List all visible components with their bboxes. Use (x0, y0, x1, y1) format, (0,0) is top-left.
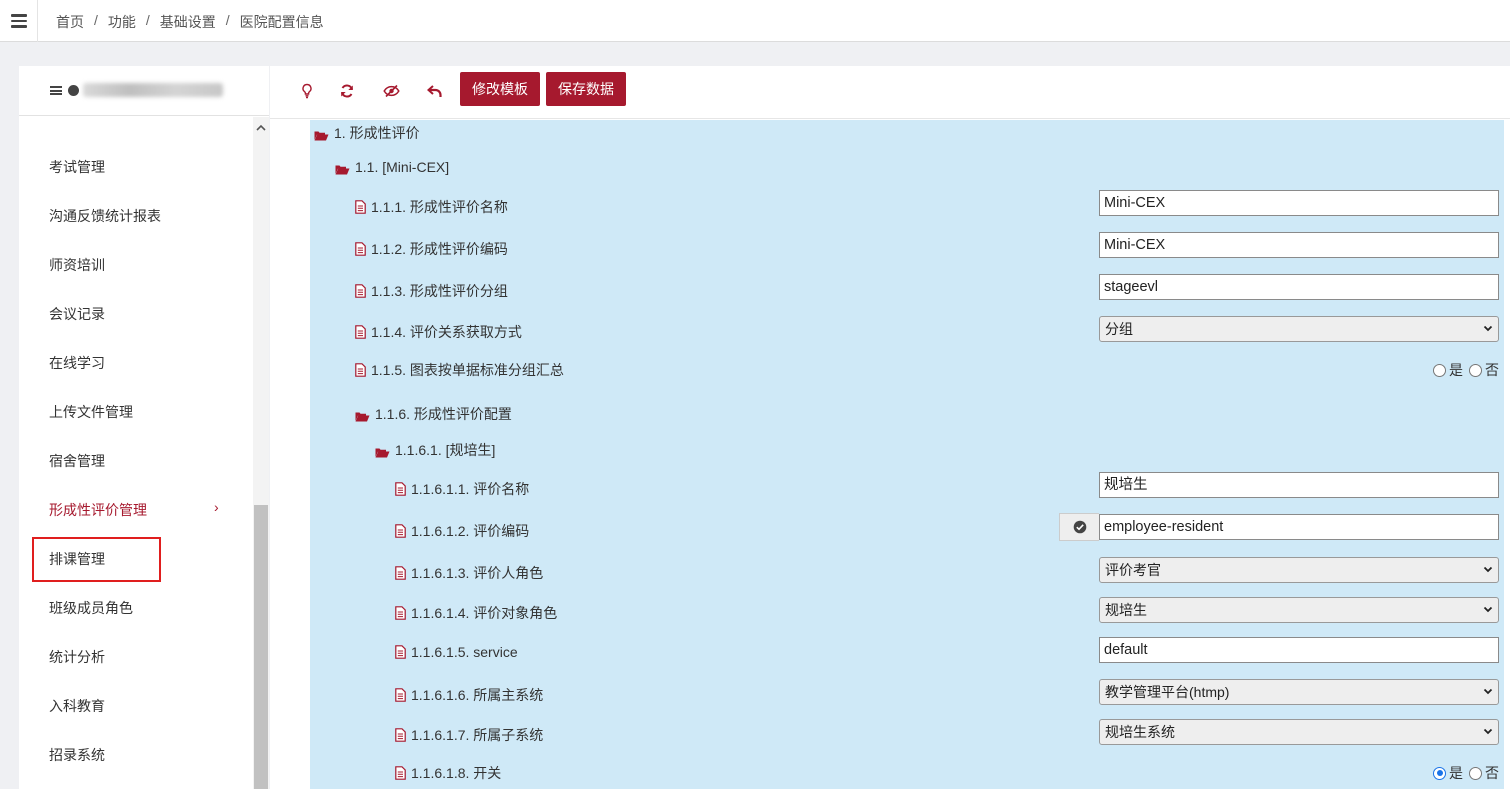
field-label-sub-eval-name: 1.1.6.1.1. 评价名称 (395, 479, 529, 499)
field-label-relation-method: 1.1.4. 评价关系获取方式 (355, 322, 522, 342)
undo-icon[interactable] (424, 80, 446, 102)
edit-template-button[interactable]: 修改模板 (460, 72, 540, 106)
field-label-service: 1.1.6.1.5. service (395, 644, 518, 660)
file-text-icon (395, 606, 406, 620)
target-role-select[interactable]: 规培生 (1099, 597, 1499, 623)
field-label-target-role: 1.1.6.1.4. 评价对象角色 (395, 603, 557, 623)
eval-name-input[interactable]: Mini-CEX (1099, 190, 1499, 216)
sidebar-item-scheduling[interactable]: 排课管理 (49, 549, 105, 569)
scroll-thumb[interactable] (254, 505, 268, 789)
folder-open-icon (355, 409, 370, 421)
file-text-icon (355, 242, 366, 256)
field-label-sub-eval-code: 1.1.6.1.2. 评价编码 (395, 521, 529, 541)
eval-code-input[interactable]: Mini-CEX (1099, 232, 1499, 258)
file-text-icon (355, 200, 366, 214)
sub-eval-name-input[interactable]: 规培生 (1099, 472, 1499, 498)
field-label-eval-group: 1.1.3. 形成性评价分组 (355, 281, 508, 301)
radio-no[interactable] (1469, 363, 1482, 377)
sidebar: 考试管理 沟通反馈统计报表 师资培训 会议记录 在线学习 上传文件管理 宿舍管理… (19, 66, 269, 789)
file-text-icon (355, 325, 366, 339)
tree-node-1[interactable]: 1. 形成性评价 (314, 123, 420, 143)
scroll-up-icon[interactable] (253, 123, 269, 137)
lightbulb-icon[interactable] (296, 80, 318, 102)
file-text-icon (395, 645, 406, 659)
sidebar-item-dormitory[interactable]: 宿舍管理 (49, 451, 105, 471)
file-text-icon (395, 766, 406, 780)
check-circle-icon[interactable] (1059, 513, 1099, 541)
sidebar-item-upload-files[interactable]: 上传文件管理 (49, 402, 133, 422)
sidebar-item-online-learning[interactable]: 在线学习 (49, 353, 105, 373)
sub-eval-code-input[interactable]: employee-resident (1099, 514, 1499, 540)
file-text-icon (355, 363, 366, 377)
chevron-down-icon (1483, 680, 1493, 713)
file-text-icon (395, 566, 406, 580)
field-label-eval-code: 1.1.2. 形成性评价编码 (355, 239, 508, 259)
file-text-icon (395, 728, 406, 742)
field-label-chart-group: 1.1.5. 图表按单据标准分组汇总 (355, 360, 564, 380)
circle-icon (68, 85, 79, 96)
sidebar-item-teacher-training[interactable]: 师资培训 (49, 255, 105, 275)
chevron-down-icon (1483, 317, 1493, 350)
sidebar-menu: 考试管理 沟通反馈统计报表 师资培训 会议记录 在线学习 上传文件管理 宿舍管理… (19, 117, 253, 789)
file-text-icon (395, 688, 406, 702)
evaluator-role-select[interactable]: 评价考官 (1099, 557, 1499, 583)
sub-system-select[interactable]: 规培生系统 (1099, 719, 1499, 745)
file-text-icon (395, 524, 406, 538)
field-label-switch: 1.1.6.1.8. 开关 (395, 763, 501, 783)
refresh-icon[interactable] (336, 80, 358, 102)
folder-open-icon (375, 445, 390, 457)
field-label-evaluator-role: 1.1.6.1.3. 评价人角色 (395, 563, 543, 583)
switch-radio-group: 是 否 (1433, 763, 1499, 783)
sidebar-item-recruitment[interactable]: 招录系统 (49, 745, 105, 765)
menu-toggle-icon[interactable] (0, 0, 38, 42)
breadcrumb-functions[interactable]: 功能 (108, 12, 136, 32)
sidebar-item-exam[interactable]: 考试管理 (49, 157, 105, 177)
chevron-down-icon (1483, 720, 1493, 753)
main-panel: 修改模板 保存数据 1. 形成性评价 1.1. [Mini-CEX] 1.1.1… (270, 66, 1510, 789)
folder-open-icon (314, 128, 329, 140)
tree-node-1-1-6-1[interactable]: 1.1.6.1. [规培生] (375, 440, 495, 460)
radio-no[interactable] (1469, 766, 1482, 780)
chevron-right-icon: › (214, 499, 219, 515)
breadcrumb-current: 医院配置信息 (239, 14, 324, 30)
sidebar-item-feedback-report[interactable]: 沟通反馈统计报表 (49, 206, 161, 226)
file-text-icon (355, 284, 366, 298)
list-icon (50, 86, 62, 95)
top-bar: 首页 / 功能 / 基础设置 / 医院配置信息 (0, 0, 1510, 42)
tree-node-1-1[interactable]: 1.1. [Mini-CEX] (335, 159, 449, 175)
folder-open-icon (335, 162, 350, 174)
field-label-eval-name: 1.1.1. 形成性评价名称 (355, 197, 508, 217)
sidebar-item-orientation[interactable]: 入科教育 (49, 696, 105, 716)
tree-node-1-1-6[interactable]: 1.1.6. 形成性评价配置 (355, 404, 512, 424)
breadcrumb: 首页 / 功能 / 基础设置 / 医院配置信息 (56, 12, 324, 32)
radio-yes[interactable] (1433, 766, 1446, 780)
sidebar-item-class-roles[interactable]: 班级成员角色 (49, 598, 133, 618)
hospital-name-blurred (83, 83, 223, 97)
field-label-sub-system: 1.1.6.1.7. 所属子系统 (395, 725, 543, 745)
sidebar-item-meeting[interactable]: 会议记录 (49, 304, 105, 324)
breadcrumb-home[interactable]: 首页 (56, 12, 84, 32)
sidebar-item-statistics[interactable]: 统计分析 (49, 647, 105, 667)
toolbar: 修改模板 保存数据 (270, 66, 1510, 119)
eye-slash-icon[interactable] (380, 80, 402, 102)
sidebar-header (19, 66, 269, 116)
chevron-down-icon (1483, 598, 1493, 631)
file-text-icon (395, 482, 406, 496)
eval-group-input[interactable]: stageevl (1099, 274, 1499, 300)
sidebar-scrollbar[interactable] (253, 117, 269, 789)
field-label-main-system: 1.1.6.1.6. 所属主系统 (395, 685, 543, 705)
service-input[interactable]: default (1099, 637, 1499, 663)
relation-method-select[interactable]: 分组 (1099, 316, 1499, 342)
save-data-button[interactable]: 保存数据 (546, 72, 626, 106)
config-tree: 1. 形成性评价 1.1. [Mini-CEX] 1.1.1. 形成性评价名称 … (310, 120, 1504, 789)
sidebar-item-formative-evaluation[interactable]: 形成性评价管理 (49, 500, 147, 520)
radio-yes[interactable] (1433, 363, 1446, 377)
breadcrumb-basic-settings[interactable]: 基础设置 (160, 12, 216, 32)
main-system-select[interactable]: 教学管理平台(htmp) (1099, 679, 1499, 705)
chart-group-radio-group: 是 否 (1433, 360, 1499, 380)
chevron-down-icon (1483, 558, 1493, 591)
